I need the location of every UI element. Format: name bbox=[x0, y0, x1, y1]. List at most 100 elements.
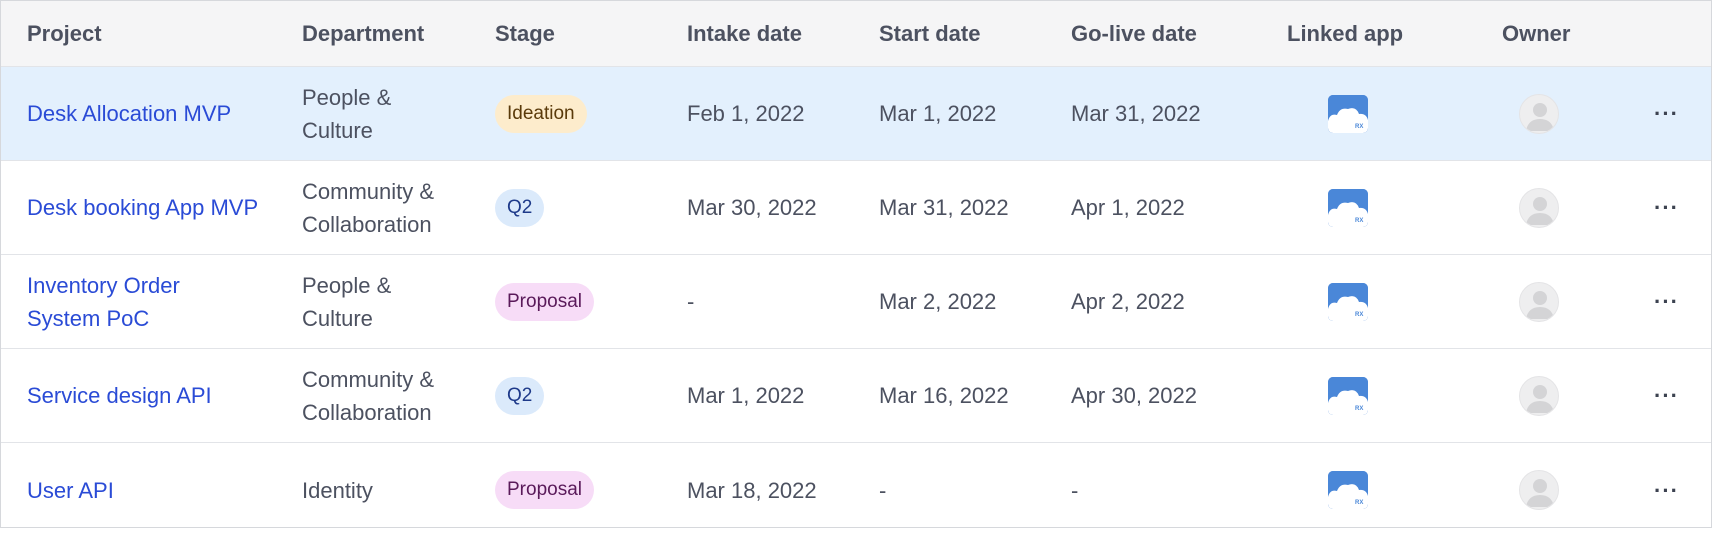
column-header-stage[interactable]: Stage bbox=[495, 1, 555, 67]
project-cell: Service design API bbox=[27, 349, 287, 442]
column-header-go-live-date[interactable]: Go-live date bbox=[1071, 1, 1197, 67]
table-row[interactable]: User API Identity Proposal Mar 18, 2022 … bbox=[1, 443, 1711, 537]
more-options-icon[interactable]: ··· bbox=[1654, 474, 1679, 507]
department-label: Identity bbox=[302, 477, 373, 503]
go-live-date-cell: - bbox=[1071, 443, 1271, 537]
owner-cell bbox=[1519, 349, 1561, 442]
stage-badge[interactable]: Ideation bbox=[495, 94, 587, 133]
stage-badge[interactable]: Proposal bbox=[495, 282, 594, 321]
table-row[interactable]: Desk booking App MVP Community & Collabo… bbox=[1, 161, 1711, 255]
owner-avatar[interactable] bbox=[1519, 281, 1559, 322]
column-header-owner[interactable]: Owner bbox=[1502, 1, 1570, 67]
column-header-linked-app[interactable]: Linked app bbox=[1287, 1, 1403, 67]
department-cell: People & Culture bbox=[302, 255, 482, 348]
linked-app-cell: RX bbox=[1328, 443, 1368, 537]
table-row[interactable]: Inventory Order System PoC People & Cult… bbox=[1, 255, 1711, 349]
column-header-start-date[interactable]: Start date bbox=[879, 1, 980, 67]
row-actions-cell: ··· bbox=[1654, 255, 1694, 348]
owner-avatar[interactable] bbox=[1519, 187, 1559, 228]
project-link[interactable]: Inventory Order bbox=[27, 269, 180, 302]
more-options-icon[interactable]: ··· bbox=[1654, 379, 1679, 412]
owner-avatar[interactable] bbox=[1519, 470, 1559, 510]
go-live-date: Apr 1, 2022 bbox=[1071, 195, 1185, 220]
user-placeholder-icon bbox=[1526, 384, 1554, 413]
intake-date-cell: - bbox=[687, 255, 867, 348]
row-actions-cell: ··· bbox=[1654, 349, 1694, 442]
column-header-project[interactable]: Project bbox=[27, 1, 102, 67]
table-header: Project Department Stage Intake date Sta… bbox=[1, 1, 1711, 67]
department-label-line2: Culture bbox=[302, 117, 373, 143]
owner-cell bbox=[1519, 161, 1561, 254]
department-cell: Community & Collaboration bbox=[302, 161, 482, 254]
intake-date: - bbox=[687, 289, 695, 314]
department-label-line2: Collaboration bbox=[302, 399, 432, 425]
stage-badge[interactable]: Q2 bbox=[495, 376, 545, 415]
department-cell: Community & Collaboration bbox=[302, 349, 482, 442]
start-date: Mar 2, 2022 bbox=[879, 289, 997, 314]
more-options-icon[interactable]: ··· bbox=[1654, 97, 1679, 130]
project-link[interactable]: Desk Allocation MVP bbox=[27, 97, 231, 130]
go-live-date-cell: Apr 2, 2022 bbox=[1071, 255, 1271, 348]
more-options-icon[interactable]: ··· bbox=[1654, 191, 1679, 224]
table-row[interactable]: Service design API Community & Collabora… bbox=[1, 349, 1711, 443]
owner-avatar[interactable] bbox=[1519, 375, 1559, 416]
start-date: Mar 16, 2022 bbox=[879, 383, 1009, 408]
department-cell: Identity bbox=[302, 443, 482, 537]
linked-app-cell: RX bbox=[1328, 161, 1368, 254]
start-date: Mar 31, 2022 bbox=[879, 195, 1009, 220]
go-live-date: Apr 2, 2022 bbox=[1071, 289, 1185, 314]
svg-text:RX: RX bbox=[1355, 218, 1363, 224]
stage-cell: Q2 bbox=[495, 349, 675, 442]
svg-text:RX: RX bbox=[1355, 312, 1363, 318]
stage-badge[interactable]: Proposal bbox=[495, 471, 594, 509]
intake-date-cell: Feb 1, 2022 bbox=[687, 67, 867, 160]
project-link[interactable]: Service design API bbox=[27, 379, 212, 412]
stage-cell: Q2 bbox=[495, 161, 675, 254]
owner-cell bbox=[1519, 67, 1561, 160]
linked-app-icon[interactable]: RX bbox=[1328, 188, 1368, 227]
project-cell: Desk Allocation MVP bbox=[27, 67, 287, 160]
user-placeholder-icon bbox=[1526, 102, 1554, 131]
stage-cell: Proposal bbox=[495, 255, 675, 348]
more-options-icon[interactable]: ··· bbox=[1654, 285, 1679, 318]
project-link-line2[interactable]: System PoC bbox=[27, 302, 180, 335]
intake-date: Feb 1, 2022 bbox=[687, 101, 805, 126]
user-placeholder-icon bbox=[1526, 196, 1554, 225]
intake-date-cell: Mar 18, 2022 bbox=[687, 443, 867, 537]
stage-badge[interactable]: Q2 bbox=[495, 188, 545, 227]
linked-app-icon[interactable]: RX bbox=[1328, 471, 1368, 509]
user-placeholder-icon bbox=[1526, 290, 1554, 319]
column-header-department[interactable]: Department bbox=[302, 1, 424, 67]
department-label: People & bbox=[302, 84, 392, 110]
go-live-date: Mar 31, 2022 bbox=[1071, 101, 1201, 126]
start-date-cell: Mar 31, 2022 bbox=[879, 161, 1059, 254]
row-actions-cell: ··· bbox=[1654, 67, 1694, 160]
linked-app-cell: RX bbox=[1328, 255, 1368, 348]
project-link[interactable]: Desk booking App MVP bbox=[27, 191, 258, 224]
intake-date-cell: Mar 30, 2022 bbox=[687, 161, 867, 254]
svg-text:RX: RX bbox=[1355, 406, 1363, 412]
linked-app-icon[interactable]: RX bbox=[1328, 376, 1368, 415]
department-label: Community & bbox=[302, 366, 435, 392]
cloud-app-icon: RX bbox=[1328, 188, 1368, 227]
owner-cell bbox=[1519, 443, 1561, 537]
department-cell: People & Culture bbox=[302, 67, 482, 160]
cloud-app-icon: RX bbox=[1328, 376, 1368, 415]
intake-date-cell: Mar 1, 2022 bbox=[687, 349, 867, 442]
owner-avatar[interactable] bbox=[1519, 93, 1559, 134]
start-date-cell: Mar 2, 2022 bbox=[879, 255, 1059, 348]
column-header-intake-date[interactable]: Intake date bbox=[687, 1, 802, 67]
linked-app-icon[interactable]: RX bbox=[1328, 282, 1368, 321]
project-link[interactable]: User API bbox=[27, 474, 114, 507]
department-label: Community & bbox=[302, 178, 435, 204]
start-date: - bbox=[879, 477, 887, 503]
go-live-date: Apr 30, 2022 bbox=[1071, 383, 1197, 408]
table-row[interactable]: Desk Allocation MVP People & Culture Ide… bbox=[1, 67, 1711, 161]
linked-app-icon[interactable]: RX bbox=[1328, 94, 1368, 133]
stage-cell: Ideation bbox=[495, 67, 675, 160]
linked-app-cell: RX bbox=[1328, 349, 1368, 442]
start-date-cell: - bbox=[879, 443, 1059, 537]
intake-date: Mar 1, 2022 bbox=[687, 383, 805, 408]
intake-date: Mar 18, 2022 bbox=[687, 477, 817, 503]
intake-date: Mar 30, 2022 bbox=[687, 195, 817, 220]
